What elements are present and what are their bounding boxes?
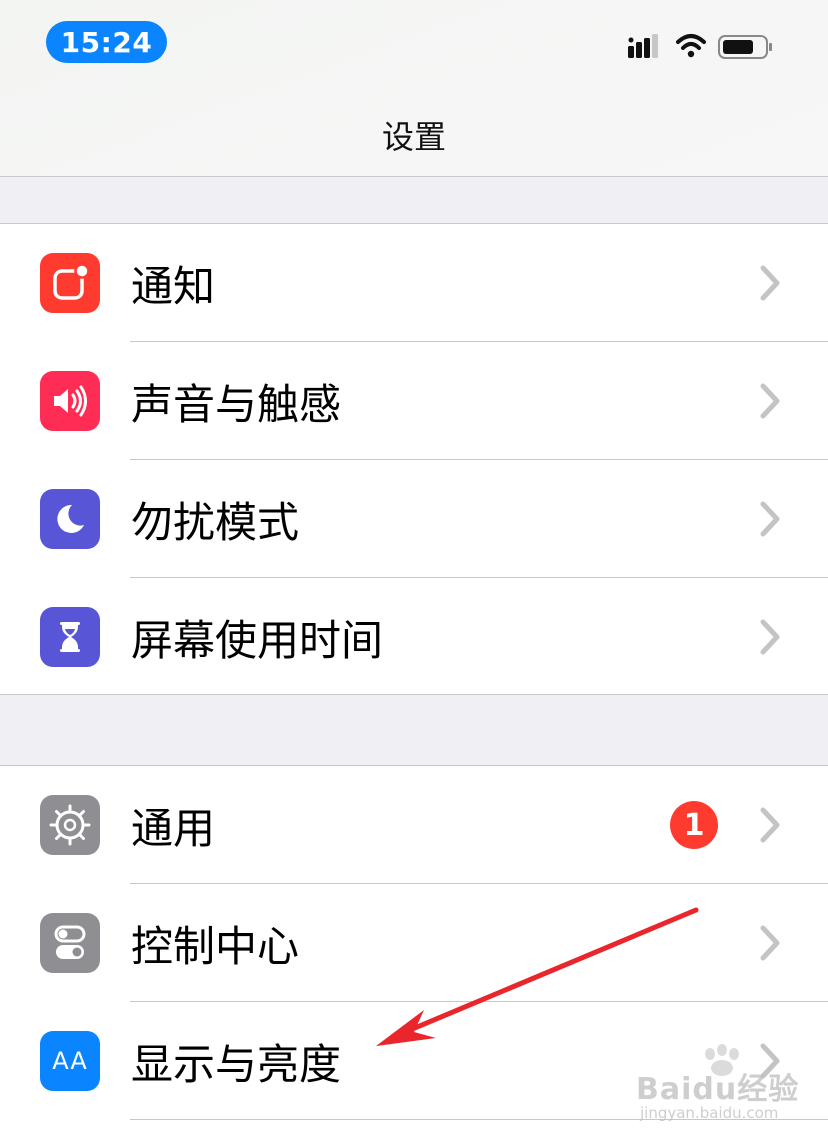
signal-icon — [628, 34, 658, 58]
notifications-icon — [40, 253, 100, 313]
notification-badge: 1 — [670, 801, 718, 849]
chevron-right-icon — [760, 501, 780, 537]
chevron-right-icon — [760, 265, 780, 301]
hourglass-icon — [40, 607, 100, 667]
page-title: 设置 — [381, 118, 446, 156]
settings-row-label: 通用 — [131, 803, 216, 853]
toggles-icon — [40, 913, 100, 973]
chevron-right-icon — [760, 619, 780, 655]
wifi-icon — [676, 34, 706, 58]
settings-row-control-center[interactable]: 控制中心 — [0, 884, 828, 1002]
settings-row-label: 通知 — [131, 261, 216, 311]
status-time: 15:24 — [46, 21, 167, 63]
settings-row-notifications[interactable]: 通知 — [0, 224, 828, 342]
settings-group-1: 通知 声音与触感 勿扰模式 屏幕使用时间 — [0, 223, 828, 695]
watermark-brand: Baidu经验 — [636, 1072, 800, 1107]
chevron-right-icon — [760, 807, 780, 843]
settings-row-label: 声音与触感 — [131, 379, 342, 429]
chevron-right-icon — [760, 925, 780, 961]
chevron-right-icon — [760, 383, 780, 419]
gear-icon — [40, 795, 100, 855]
moon-icon — [40, 489, 100, 549]
display-aa-icon: AA — [40, 1031, 100, 1091]
settings-row-label: 显示与亮度 — [131, 1039, 342, 1089]
baidu-watermark: Baidu经验 jingyan.baidu.com — [632, 1044, 802, 1130]
settings-row-screen-time[interactable]: 屏幕使用时间 — [0, 578, 828, 696]
speaker-icon — [40, 371, 100, 431]
settings-row-general[interactable]: 通用 1 — [0, 766, 828, 884]
settings-row-sounds[interactable]: 声音与触感 — [0, 342, 828, 460]
battery-icon — [718, 35, 772, 59]
navigation-header: 15:24 设置 — [0, 0, 828, 177]
settings-row-label: 控制中心 — [131, 921, 300, 971]
settings-row-label: 勿扰模式 — [131, 497, 300, 547]
settings-row-label: 屏幕使用时间 — [131, 615, 384, 665]
status-icons — [628, 34, 772, 59]
display-aa-icon-text: AA — [52, 1047, 88, 1075]
settings-row-do-not-disturb[interactable]: 勿扰模式 — [0, 460, 828, 578]
watermark-url: jingyan.baidu.com — [640, 1104, 779, 1122]
